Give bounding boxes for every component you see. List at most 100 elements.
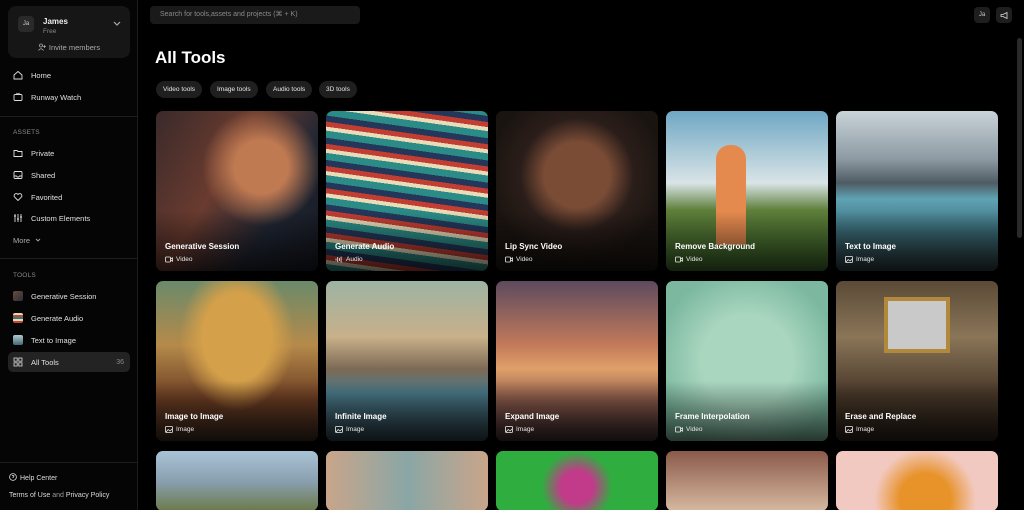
card-type-label: Audio [346,256,363,263]
divider [0,258,138,259]
help-icon [9,473,17,481]
filter-chip-audio[interactable]: Audio tools [266,81,313,98]
card-type: Audio [335,256,363,263]
card-type: Video [165,256,193,263]
sidebar-item-custom-elements[interactable]: Custom Elements [8,209,130,227]
video-icon [505,256,513,263]
video-icon [165,256,173,263]
card-type-label: Image [346,426,365,433]
card-type: Video [675,426,703,433]
inbox-icon [13,171,23,179]
sidebar-item-home[interactable]: Home [8,66,130,84]
video-icon [675,426,683,433]
tools-section-label: TOOLS [13,272,36,279]
legal-links: Terms of Use and Privacy Policy [9,492,109,499]
sidebar-item-label: Custom Elements [31,213,91,223]
chevron-down-icon[interactable] [112,18,122,28]
terms-of-use-link[interactable]: Terms of Use [9,492,50,499]
sidebar-item-private[interactable]: Private [8,144,130,162]
sidebar-item-label: Private [31,148,55,158]
video-icon [675,256,683,263]
help-center-link[interactable]: Help Center [9,473,57,482]
workspace-name: James [43,17,68,26]
tool-card[interactable] [666,451,828,510]
tool-card-text-to-image[interactable]: Text to Image Image [836,111,998,271]
tool-thumbnail [13,335,23,345]
image-icon [165,426,173,433]
sidebar-item-all-tools[interactable]: All Tools 36 [8,352,130,372]
filter-chip-3d[interactable]: 3D tools [319,81,357,98]
filter-chip-image[interactable]: Image tools [210,81,258,98]
assets-section-label: ASSETS [13,129,40,136]
sidebar-item-label: Favorited [31,192,63,202]
sidebar: Ja James Free Invite members Home Runway… [0,0,138,510]
sidebar-item-label: Runway Watch [31,92,82,102]
tool-card-remove-background[interactable]: Remove Background Video [666,111,828,271]
image-icon [505,426,513,433]
card-type-label: Video [516,256,533,263]
tool-card-erase-and-replace[interactable]: Erase and Replace Image [836,281,998,441]
tool-card-lip-sync-video[interactable]: Lip Sync Video Video [496,111,658,271]
privacy-policy-link[interactable]: Privacy Policy [66,492,110,499]
tool-card-frame-interpolation[interactable]: Frame Interpolation Video [666,281,828,441]
card-title: Lip Sync Video [505,242,563,251]
all-tools-count: 36 [116,358,124,366]
user-avatar-button[interactable]: Ja [974,7,990,23]
workspace-avatar: Ja [18,16,34,32]
tool-card-expand-image[interactable]: Expand Image Image [496,281,658,441]
scrollbar[interactable] [1017,38,1022,238]
card-title: Image to Image [165,412,224,421]
sidebar-item-label: Home [31,70,52,80]
sidebar-more-toggle[interactable]: More [8,231,130,249]
workspace-switcher[interactable]: Ja James Free Invite members [8,6,130,58]
tool-thumbnail [13,313,23,323]
tool-card-image-to-image[interactable]: Image to Image Image [156,281,318,441]
more-label: More [13,235,31,245]
card-type: Image [845,426,874,433]
sliders-icon [14,214,22,222]
sidebar-item-runway-watch[interactable]: Runway Watch [8,88,130,106]
card-title: Frame Interpolation [675,412,750,421]
divider [0,116,138,117]
card-title: Infinite Image [335,412,387,421]
tool-card[interactable] [496,451,658,510]
tool-card[interactable] [156,451,318,510]
filter-chip-video[interactable]: Video tools [156,81,203,98]
card-type-label: Image [856,256,875,263]
tool-card-infinite-image[interactable]: Infinite Image Image [326,281,488,441]
card-title: Remove Background [675,242,756,251]
search-input[interactable]: Search for tools,assets and projects (⌘ … [150,6,360,24]
card-type-label: Image [856,426,875,433]
folder-icon [13,150,23,157]
sidebar-item-generative-session[interactable]: Generative Session [8,287,130,305]
card-type: Image [845,256,874,263]
megaphone-icon [1000,11,1007,19]
page-title: All Tools [155,48,226,67]
app: Ja James Free Invite members Home Runway… [0,0,1024,510]
tool-card-generate-audio[interactable]: Generate Audio Audio [326,111,488,271]
home-icon [13,70,23,80]
announcements-button[interactable] [996,7,1012,23]
card-type-label: Image [516,426,535,433]
add-user-icon [38,43,46,51]
card-title: Text to Image [845,242,896,251]
card-type: Video [675,256,703,263]
picture-frame [884,297,950,353]
sidebar-item-label: Text to Image [31,335,77,345]
sidebar-item-favorited[interactable]: Favorited [8,188,130,206]
grid-icon [13,357,23,367]
card-title: Expand Image [505,412,560,421]
tool-card[interactable] [836,451,998,510]
card-type: Image [505,426,534,433]
sidebar-item-shared[interactable]: Shared [8,166,130,184]
image-icon [845,256,853,263]
tool-card-generative-session[interactable]: Generative Session Video [156,111,318,271]
invite-members-button[interactable]: Invite members [8,43,130,52]
sidebar-item-text-to-image[interactable]: Text to Image [8,331,130,349]
sidebar-item-generate-audio[interactable]: Generate Audio [8,309,130,327]
tool-card[interactable] [326,451,488,510]
and-text: and [52,492,64,499]
tv-icon [13,92,23,101]
audio-icon [335,256,342,263]
card-type-label: Video [686,256,703,263]
